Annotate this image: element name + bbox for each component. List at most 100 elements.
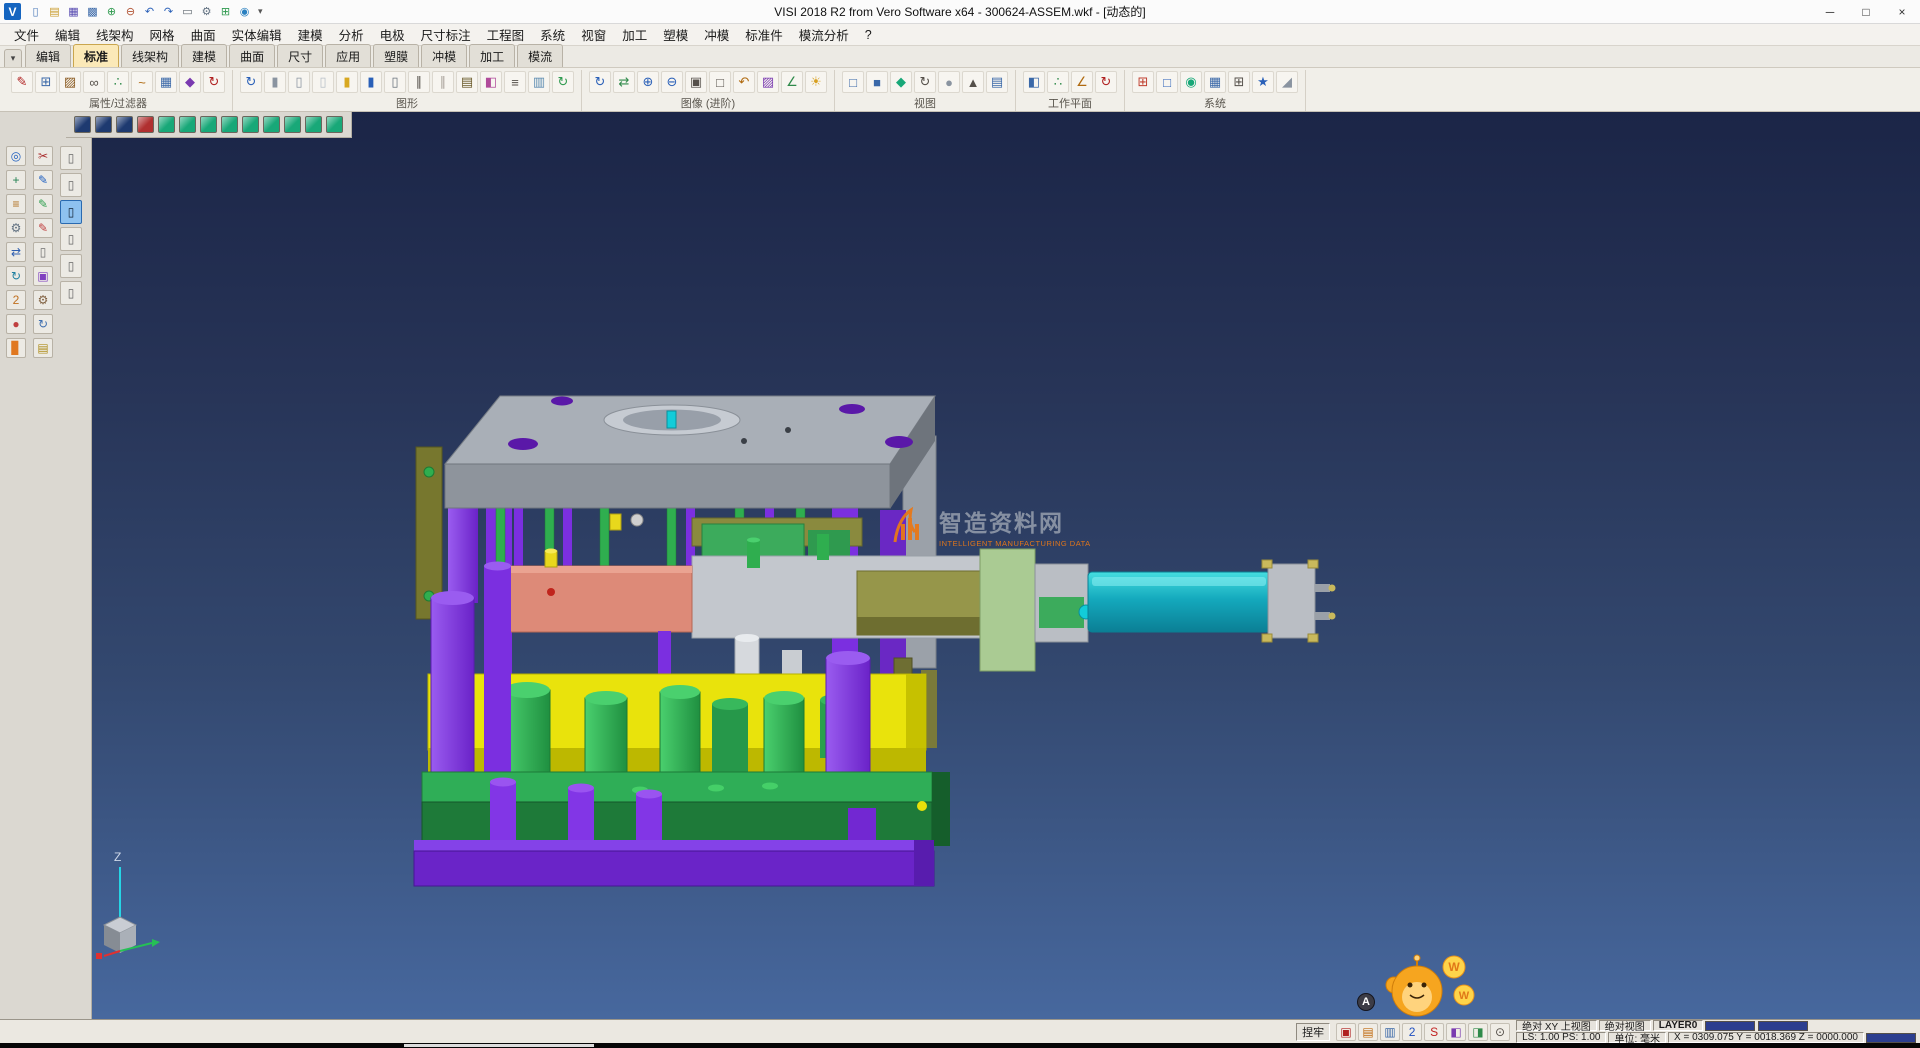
undo-tool-icon[interactable]: ↻ <box>33 314 53 334</box>
snap-toggle[interactable]: 捏牢 <box>1296 1023 1330 1041</box>
view-preset-1[interactable]: ▯ <box>60 146 82 170</box>
zoom-out-icon[interactable]: ⊖ <box>661 71 683 93</box>
cube-view-right-icon[interactable] <box>263 116 280 133</box>
view-preset-6[interactable]: ▯ <box>60 281 82 305</box>
view-preset-2[interactable]: ▯ <box>60 173 82 197</box>
print-status-icon[interactable]: ▤ <box>1358 1023 1378 1041</box>
ribbon-tab[interactable]: 塑膜 <box>373 44 419 67</box>
wrench-icon[interactable]: ⚙ <box>33 290 53 310</box>
view-preset-3[interactable]: ▯ <box>60 200 82 224</box>
redraw-icon[interactable]: ↻ <box>240 71 262 93</box>
grid-toggle-icon[interactable]: ⊞ <box>217 3 234 20</box>
section-view-icon[interactable]: ▨ <box>757 71 779 93</box>
filter-points-icon[interactable]: ∴ <box>107 71 129 93</box>
snap-point-icon[interactable]: + <box>6 170 26 190</box>
cube-view-front-icon[interactable] <box>200 116 217 133</box>
wireframe-element-icon[interactable]: ▯ <box>288 71 310 93</box>
menu-item[interactable]: 尺寸标注 <box>413 25 479 44</box>
clip-group-icon[interactable]: ∥ <box>408 71 430 93</box>
menu-item[interactable]: ? <box>857 28 880 42</box>
cube-view-iso-icon[interactable] <box>158 116 175 133</box>
view-preset-5[interactable]: ▯ <box>60 254 82 278</box>
edit-attributes-icon[interactable]: ✎ <box>11 71 33 93</box>
menu-item[interactable]: 网格 <box>142 25 183 44</box>
ribbon-tab[interactable]: 建模 <box>181 44 227 67</box>
menu-item[interactable]: 加工 <box>614 25 655 44</box>
ribbon-tab[interactable]: 模流 <box>517 44 563 67</box>
shade-element-icon[interactable]: ▮ <box>264 71 286 93</box>
menu-item[interactable]: 曲面 <box>183 25 224 44</box>
world-settings-icon[interactable]: ◉ <box>1180 71 1202 93</box>
copy-attributes-icon[interactable]: ⊞ <box>35 71 57 93</box>
ribbon-tab[interactable]: 冲模 <box>421 44 467 67</box>
import-icon[interactable]: ⊕ <box>103 3 120 20</box>
ribbon-tab[interactable]: 编辑 <box>25 44 71 67</box>
export-icon[interactable]: ⊖ <box>122 3 139 20</box>
filter-curves-icon[interactable]: ~ <box>131 71 153 93</box>
view-front-icon[interactable]: ■ <box>866 71 888 93</box>
sketch-icon[interactable]: ✎ <box>33 170 53 190</box>
filter-reset-icon[interactable]: ↻ <box>203 71 225 93</box>
point-icon[interactable]: ● <box>6 314 26 334</box>
single-viewport-icon[interactable] <box>74 116 91 133</box>
quick-access-overflow-icon[interactable]: ▾ <box>253 6 268 17</box>
top-clamp-plate[interactable] <box>445 396 935 509</box>
hydraulic-cylinder[interactable] <box>980 549 1336 671</box>
zoom-window-icon[interactable]: ▣ <box>685 71 707 93</box>
settings-icon[interactable]: ⚙ <box>198 3 215 20</box>
workplane-reset-icon[interactable]: ↻ <box>1095 71 1117 93</box>
menu-item[interactable]: 视窗 <box>573 25 614 44</box>
dynamic-rotate-icon[interactable]: ↻ <box>589 71 611 93</box>
color-swatch[interactable] <box>1866 1033 1916 1043</box>
rotate-view-icon[interactable]: ↻ <box>914 71 936 93</box>
edit-curve-icon[interactable]: ✎ <box>33 194 53 214</box>
close-button[interactable]: × <box>1884 0 1920 23</box>
cube-view-left-icon[interactable] <box>242 116 259 133</box>
saved-views-icon[interactable]: ▤ <box>986 71 1008 93</box>
ribbon-tab[interactable]: 加工 <box>469 44 515 67</box>
menu-item[interactable]: 文件 <box>6 25 47 44</box>
menu-item[interactable]: 冲模 <box>696 25 737 44</box>
cube-view-back-icon[interactable] <box>221 116 238 133</box>
element-color-icon[interactable]: ◧ <box>480 71 502 93</box>
grid-settings-icon[interactable]: ⊞ <box>1228 71 1250 93</box>
assistant-badge[interactable]: A <box>1357 993 1375 1011</box>
chart-icon[interactable]: ▊ <box>6 338 26 358</box>
zoom-extents-icon[interactable]: □ <box>709 71 731 93</box>
shade-selection-icon[interactable]: ▮ <box>360 71 382 93</box>
base-plate[interactable] <box>414 840 934 886</box>
dimension-2-icon[interactable]: 2 <box>6 290 26 310</box>
ribbon-tab[interactable]: 标准 <box>73 44 119 67</box>
offset-icon[interactable]: ≡ <box>6 194 26 214</box>
search-icon[interactable]: ⊙ <box>1490 1023 1510 1041</box>
transparency-icon[interactable]: ▥ <box>528 71 550 93</box>
help-icon[interactable]: 2 <box>1402 1023 1422 1041</box>
cube-view-bottom-icon[interactable] <box>284 116 301 133</box>
color-swatch[interactable] <box>1705 1021 1755 1031</box>
menu-item[interactable]: 编辑 <box>47 25 88 44</box>
color-swatch[interactable] <box>1758 1021 1808 1031</box>
menu-item[interactable]: 线架构 <box>88 25 142 44</box>
menu-item[interactable]: 系统 <box>532 25 573 44</box>
mold-assembly[interactable] <box>92 112 1920 1019</box>
workplane-standard-icon[interactable]: ◧ <box>1023 71 1045 93</box>
attribute-brush-icon[interactable]: ▨ <box>59 71 81 93</box>
ramp-icon[interactable]: ◢ <box>1276 71 1298 93</box>
selection-filter-icon[interactable]: ▣ <box>1336 1023 1356 1041</box>
monitor-icon[interactable]: □ <box>1156 71 1178 93</box>
print-icon[interactable]: ▭ <box>179 3 196 20</box>
ribbon-tab[interactable]: 线架构 <box>121 44 179 67</box>
menu-item[interactable]: 建模 <box>290 25 331 44</box>
workplane-3points-icon[interactable]: ∴ <box>1047 71 1069 93</box>
zoom-tool-icon[interactable]: ◎ <box>6 146 26 166</box>
menu-item[interactable]: 塑模 <box>655 25 696 44</box>
workplane-align-icon[interactable]: ∠ <box>1071 71 1093 93</box>
save-all-icon[interactable]: ▩ <box>84 3 101 20</box>
menu-item[interactable]: 标准件 <box>737 25 791 44</box>
trim-tool-icon[interactable]: ✂ <box>33 146 53 166</box>
perspective-icon[interactable]: ▲ <box>962 71 984 93</box>
3d-viewport[interactable]: 智造资料网 INTELLIGENT MANUFACTURING DATA Z <box>92 112 1920 1019</box>
mascot-overlay[interactable]: W W <box>1372 953 1482 1021</box>
regenerate-icon[interactable]: ↻ <box>552 71 574 93</box>
statusbar-view-mode[interactable]: 绝对 XY 上视图 <box>1516 1020 1597 1031</box>
